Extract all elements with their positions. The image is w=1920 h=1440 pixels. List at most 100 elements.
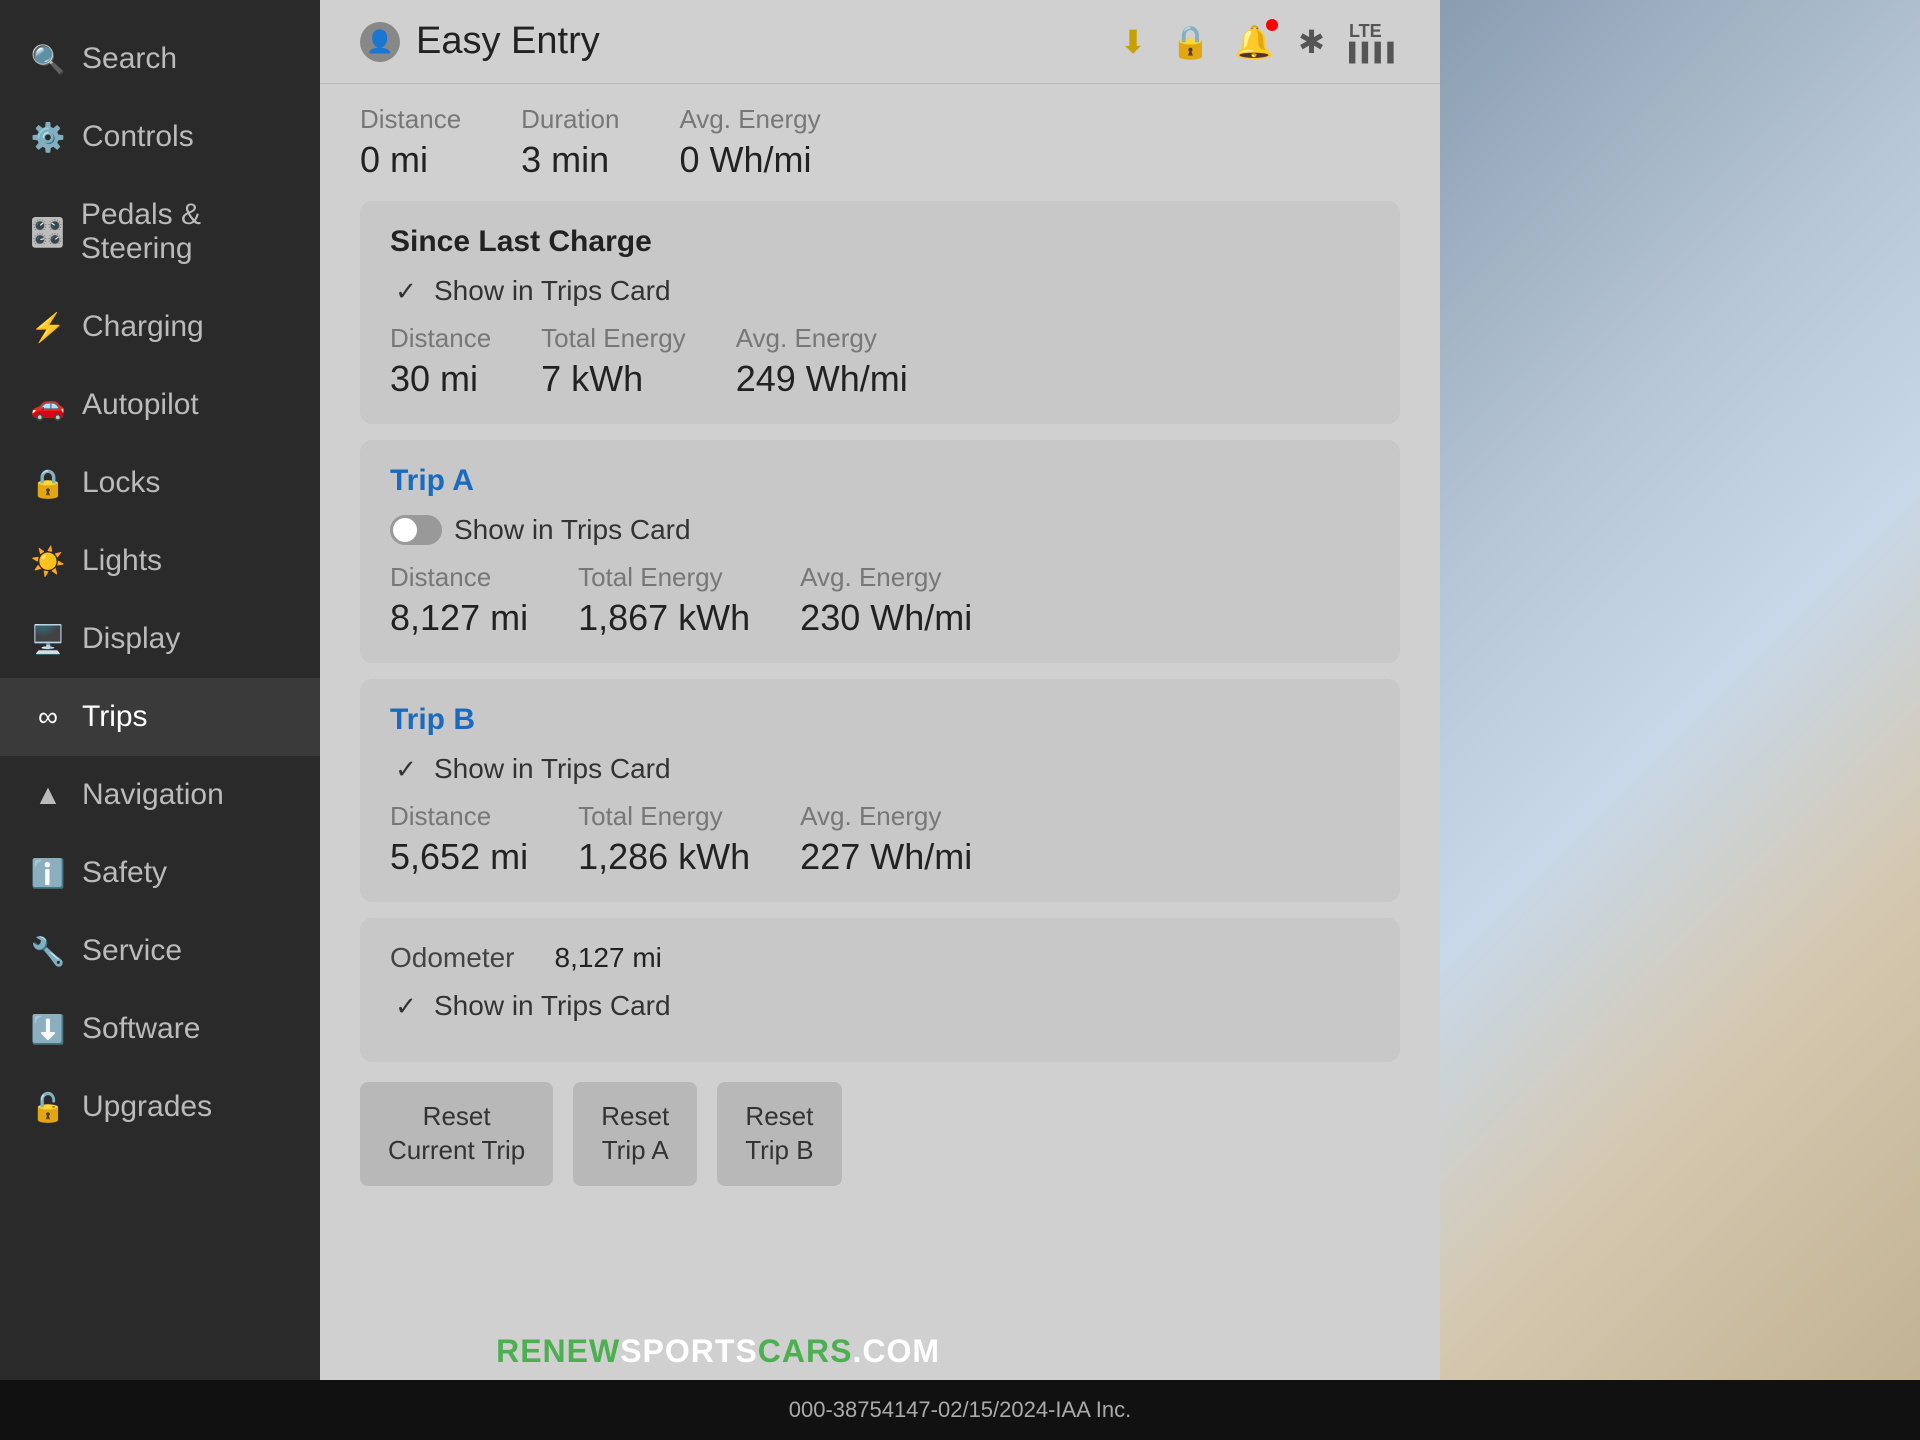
odometer-section: Odometer 8,127 mi ✓ Show in Trips Card [360,918,1400,1062]
sidebar-item-autopilot[interactable]: 🚗Autopilot [0,366,320,444]
notification-badge [1266,19,1278,31]
reset-current-trip-button[interactable]: ResetCurrent Trip [360,1082,553,1186]
top-bar-right: ⬇ 🔒 🔔 ✱ LTE▌▌▌▌ [1120,21,1400,63]
current-trip-stats-row: Distance 0 mi Duration 3 min Avg. Energy… [360,104,1400,181]
pedals-steering-icon: 🎛️ [30,216,65,249]
sidebar-item-pedals-steering[interactable]: 🎛️ Pedals & Steering [0,176,320,288]
odometer-show-trips-label: Show in Trips Card [434,990,671,1022]
odometer-checkmark: ✓ [390,990,422,1022]
since-last-charge-show-trips-row[interactable]: ✓ Show in Trips Card [390,275,1370,307]
sidebar-label-service: Service [82,934,182,968]
trip-b-distance-label: Distance [390,801,528,832]
since-last-charge-section: Since Last Charge ✓ Show in Trips Card D… [360,201,1400,424]
trip-b-section: Trip B ✓ Show in Trips Card Distance 5,6… [360,679,1400,902]
trip-b-total-energy-block: Total Energy 1,286 kWh [578,801,750,878]
trip-a-distance-label: Distance [390,562,528,593]
sidebar-item-display[interactable]: 🖥️Display [0,600,320,678]
trip-b-title: Trip B [390,703,1370,737]
trip-a-total-energy-label: Total Energy [578,562,750,593]
trip-b-show-trips-row[interactable]: ✓ Show in Trips Card [390,753,1370,785]
trip-a-avg-energy-block: Avg. Energy 230 Wh/mi [800,562,972,639]
sidebar-item-trips[interactable]: ∞ Trips [0,678,320,756]
trip-b-distance-block: Distance 5,652 mi [390,801,528,878]
sidebar-item-controls[interactable]: ⚙️Controls [0,98,320,176]
sidebar-item-service[interactable]: 🔧 Service [0,912,320,990]
reset-buttons-row: ResetCurrent Trip ResetTrip A ResetTrip … [360,1082,1400,1186]
trip-b-total-energy-label: Total Energy [578,801,750,832]
trip-a-show-trips-row[interactable]: Show in Trips Card [390,514,1370,546]
since-last-charge-stats-row: Distance 30 mi Total Energy 7 kWh Avg. E… [390,323,1370,400]
odometer-show-trips-row[interactable]: ✓ Show in Trips Card [390,990,1370,1022]
sidebar-item-navigation[interactable]: ▲ Navigation [0,756,320,834]
current-avg-energy-value: 0 Wh/mi [679,139,820,181]
trip-b-total-energy-value: 1,286 kWh [578,836,750,878]
sidebar-item-search[interactable]: 🔍Search [0,20,320,98]
sidebar-item-upgrades[interactable]: 🔓Upgrades [0,1068,320,1146]
watermark-renew: RENEW [496,1333,620,1369]
sidebar-label-controls: Controls [82,120,194,154]
sidebar-label-upgrades: Upgrades [82,1090,212,1124]
current-duration-value: 3 min [521,139,619,181]
sidebar-item-charging[interactable]: ⚡Charging [0,288,320,366]
sections-container: Since Last Charge ✓ Show in Trips Card D… [320,191,1440,1226]
top-bar: 👤 Easy Entry ⬇ 🔒 🔔 ✱ LTE▌▌▌▌ [320,0,1440,84]
sidebar-label-safety: Safety [82,856,167,890]
sidebar-item-lights[interactable]: ☀️Lights [0,522,320,600]
lock-icon[interactable]: 🔒 [1170,23,1210,61]
trip-a-toggle[interactable] [390,515,442,545]
trip-a-toggle-knob [393,518,417,542]
trip-a-stats-row: Distance 8,127 mi Total Energy 1,867 kWh… [390,562,1370,639]
odometer-label: Odometer [390,942,515,974]
since-last-charge-show-trips-label: Show in Trips Card [434,275,671,307]
watermark-cars: CARS [758,1333,853,1369]
current-duration-block: Duration 3 min [521,104,619,181]
trip-a-show-trips-label: Show in Trips Card [454,514,691,546]
sidebar-item-software[interactable]: ⬇️Software [0,990,320,1068]
bluetooth-icon[interactable]: ✱ [1298,23,1325,61]
odometer-row: Odometer 8,127 mi [390,942,1370,974]
bottom-separator1: - [931,1397,938,1423]
trips-icon: ∞ [30,701,66,733]
charging-icon: ⚡ [30,311,66,344]
download-icon[interactable]: ⬇ [1120,23,1147,61]
reset-trip-b-button[interactable]: ResetTrip B [717,1082,841,1186]
trip-a-total-energy-value: 1,867 kWh [578,597,750,639]
current-distance-block: Distance 0 mi [360,104,461,181]
page-title: Easy Entry [416,20,600,63]
bottom-separator2: - [1048,1397,1055,1423]
sidebar-label-display: Display [82,622,180,656]
watermark-sports: SPORTS [620,1333,758,1369]
navigation-icon: ▲ [30,779,66,811]
trip-a-avg-energy-label: Avg. Energy [800,562,972,593]
sidebar-label-trips: Trips [82,700,148,734]
trip-a-distance-value: 8,127 mi [390,597,528,639]
trip-a-total-energy-block: Total Energy 1,867 kWh [578,562,750,639]
sidebar-label-pedals-steering: Pedals & Steering [81,198,290,266]
trip-a-title: Trip A [390,464,1370,498]
slc-total-energy-value: 7 kWh [541,358,686,400]
slc-total-energy-block: Total Energy 7 kWh [541,323,686,400]
trip-a-avg-energy-value: 230 Wh/mi [800,597,972,639]
software-icon: ⬇️ [30,1013,66,1046]
trip-b-stats-row: Distance 5,652 mi Total Energy 1,286 kWh… [390,801,1370,878]
sidebar-item-locks[interactable]: 🔒Locks [0,444,320,522]
reset-trip-a-button[interactable]: ResetTrip A [573,1082,697,1186]
trip-b-checkmark: ✓ [390,753,422,785]
autopilot-icon: 🚗 [30,389,66,422]
trip-b-avg-energy-value: 227 Wh/mi [800,836,972,878]
sidebar: 🔍Search⚙️Controls 🎛️ Pedals & Steering ⚡Cha… [0,0,320,1440]
sidebar-label-navigation: Navigation [82,778,224,812]
safety-icon: ℹ️ [30,857,66,890]
lights-icon: ☀️ [30,545,66,578]
since-last-charge-checkmark: ✓ [390,275,422,307]
sidebar-item-safety[interactable]: ℹ️ Safety [0,834,320,912]
slc-avg-energy-label: Avg. Energy [736,323,908,354]
since-last-charge-title: Since Last Charge [390,225,1370,259]
slc-total-energy-label: Total Energy [541,323,686,354]
main-content: 👤 Easy Entry ⬇ 🔒 🔔 ✱ LTE▌▌▌▌ Distance [320,0,1440,1440]
service-icon: 🔧 [30,935,66,968]
profile-icon[interactable]: 👤 [360,22,400,62]
bell-icon[interactable]: 🔔 [1234,23,1274,61]
slc-distance-value: 30 mi [390,358,491,400]
current-duration-label: Duration [521,104,619,135]
